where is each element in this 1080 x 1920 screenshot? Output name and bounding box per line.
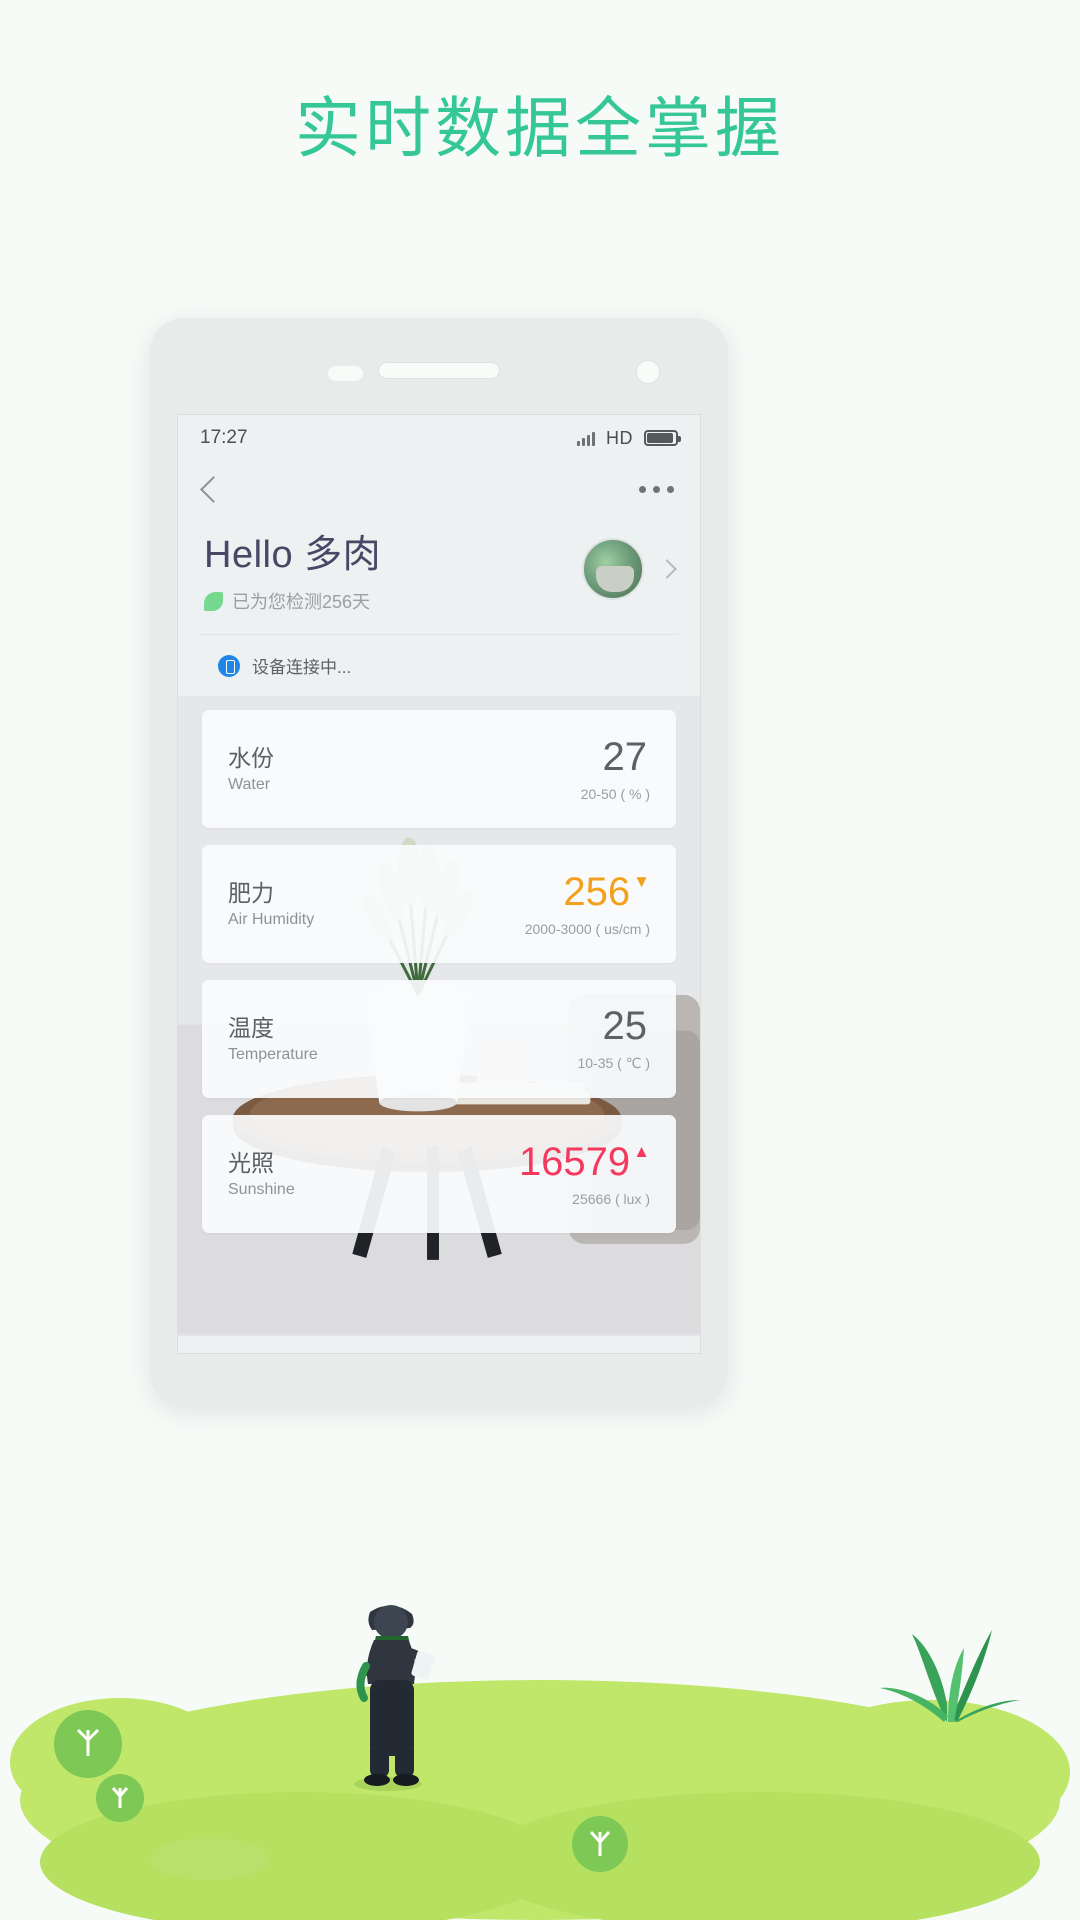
avatar[interactable]	[582, 537, 644, 600]
card-title-en: Temperature	[228, 1046, 318, 1064]
phone-sensor-icon	[328, 366, 363, 381]
person-with-phone-icon	[354, 1605, 435, 1791]
plant-header[interactable]: Hello 多肉 已为您检测256天	[178, 517, 700, 634]
phone-mockup: 17:27 HD Hello 多肉 已为您检测256天 设备连接中... 水份 …	[150, 318, 728, 1406]
more-dots-icon[interactable]	[639, 485, 674, 493]
card-range: 2000-3000 ( us/cm )	[524, 920, 650, 937]
sensor-card-list: 水份 Water 27 20-50 ( % ) 肥力 Air Humidity …	[178, 696, 700, 1233]
app-nav-bar	[178, 461, 700, 517]
network-label: HD	[606, 427, 633, 448]
sensor-content: 水份 Water 27 20-50 ( % ) 肥力 Air Humidity …	[178, 696, 700, 1336]
sensor-card-temperature[interactable]: 温度 Temperature 25 10-35 ( ℃ )	[202, 980, 676, 1098]
card-title-cn: 肥力	[228, 879, 274, 906]
card-range: 20-50 ( % )	[580, 785, 650, 802]
greeting-subtitle: 已为您检测256天	[232, 592, 371, 612]
device-icon	[218, 654, 240, 677]
card-value-number: 25	[602, 1004, 648, 1048]
device-connection-status: 设备连接中...	[252, 658, 352, 677]
phone-speaker-icon	[378, 362, 500, 379]
greeting-title: Hello 多肉	[204, 534, 382, 576]
stone-ellipse	[150, 1838, 270, 1880]
device-connection-row[interactable]: 设备连接中...	[178, 635, 700, 696]
card-value-number: 27	[602, 734, 648, 779]
card-value-arrow: ▲	[633, 1141, 650, 1161]
card-title-en: Sunshine	[228, 1181, 295, 1199]
card-value-number: 256	[563, 869, 631, 914]
card-value: 16579 ▲	[519, 1142, 650, 1182]
page-title: 实时数据全掌握	[295, 91, 785, 165]
card-title-en: Air Humidity	[228, 911, 315, 929]
front-camera-icon	[636, 360, 660, 384]
sensor-card-fertility[interactable]: 肥力 Air Humidity 256 ▼ 2000-3000 ( us/cm )	[202, 845, 676, 963]
phone-screen: 17:27 HD Hello 多肉 已为您检测256天 设备连接中... 水份 …	[177, 414, 701, 1354]
succulent-plant-icon	[880, 1630, 1020, 1722]
card-title-cn: 水份	[228, 744, 274, 771]
card-value-number: 16579	[518, 1139, 631, 1184]
card-title-cn: 温度	[228, 1014, 274, 1041]
card-value: 27	[603, 737, 651, 777]
card-range: 10-35 ( ℃ )	[577, 1055, 650, 1071]
battery-icon	[644, 430, 681, 446]
card-value: 256 ▼	[563, 872, 650, 912]
card-range: 25666 ( lux )	[572, 1190, 650, 1207]
card-value-arrow: ▼	[633, 871, 650, 891]
card-title-cn: 光照	[228, 1149, 274, 1176]
sensor-card-sunshine[interactable]: 光照 Sunshine 16579 ▲ 25666 ( lux )	[202, 1115, 676, 1233]
status-bar: 17:27 HD	[178, 415, 700, 461]
status-time: 17:27	[200, 427, 248, 448]
signal-bars-icon	[577, 430, 595, 446]
sensor-card-water[interactable]: 水份 Water 27 20-50 ( % )	[202, 710, 676, 828]
leaf-icon	[204, 591, 223, 611]
card-title-en: Water	[228, 776, 271, 794]
back-chevron-icon[interactable]	[200, 475, 227, 503]
card-value: 25	[603, 1006, 651, 1046]
chevron-right-icon[interactable]	[657, 558, 677, 579]
